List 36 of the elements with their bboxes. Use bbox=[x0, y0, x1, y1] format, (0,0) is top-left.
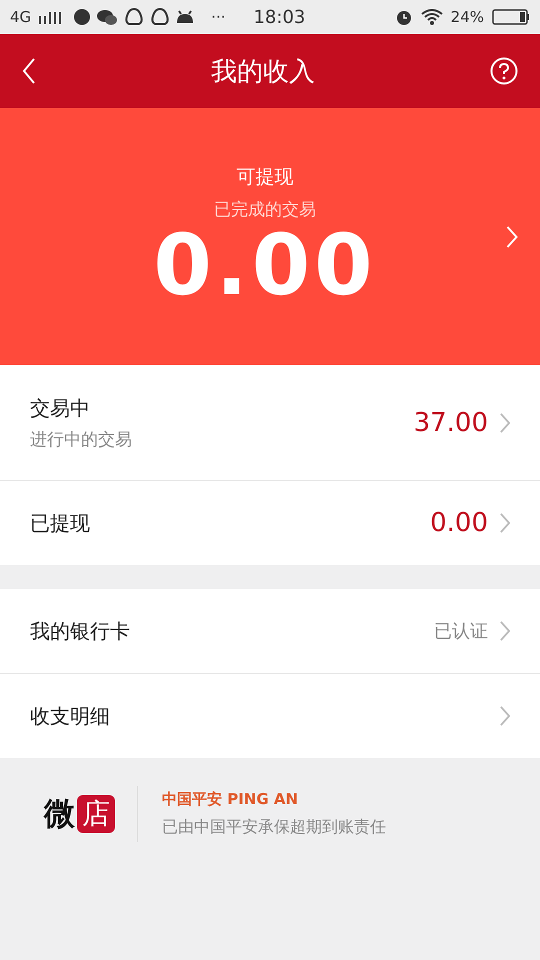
battery-icon bbox=[492, 9, 530, 25]
wifi-icon bbox=[420, 9, 443, 25]
logo-text: 微 bbox=[44, 795, 75, 834]
clock-time: 18:03 bbox=[253, 6, 306, 28]
back-button[interactable] bbox=[22, 58, 36, 84]
row-title: 已提现 bbox=[30, 510, 91, 536]
page-title: 我的收入 bbox=[211, 56, 315, 88]
row-title: 交易中 bbox=[30, 394, 91, 422]
row-status: 已认证 bbox=[434, 620, 488, 643]
list-row[interactable]: 已提现 0.00 bbox=[0, 481, 540, 565]
logo-badge: 店 bbox=[77, 795, 115, 833]
help-button[interactable] bbox=[490, 57, 518, 85]
row-title: 我的银行卡 bbox=[30, 618, 131, 644]
row-subtitle: 进行中的交易 bbox=[30, 428, 133, 450]
withdrawable-amount: 0.00 bbox=[153, 220, 377, 310]
chevron-right-icon bbox=[500, 706, 510, 726]
network-type: 4G bbox=[10, 8, 32, 26]
row-title: 收支明细 bbox=[30, 702, 111, 730]
battery-percent: 24% bbox=[450, 8, 484, 26]
row-amount: 0.00 bbox=[430, 508, 488, 538]
chevron-right-icon bbox=[500, 621, 510, 641]
insurance-note: 已由中国平安承保超期到账责任 bbox=[162, 817, 386, 838]
help-icon bbox=[490, 57, 518, 85]
insurer-brand: 中国平安 PING AN bbox=[162, 790, 300, 809]
list-row[interactable]: 交易中 进行中的交易 37.00 bbox=[0, 365, 540, 481]
chevron-right-icon bbox=[500, 513, 510, 533]
withdrawable-label: 可提现 bbox=[236, 164, 294, 190]
chevron-right-icon bbox=[506, 226, 518, 248]
row-amount: 37.00 bbox=[414, 408, 488, 438]
more-notifications: ··· bbox=[211, 8, 226, 26]
chevron-right-icon bbox=[500, 412, 510, 432]
withdrawable-subtitle: 已完成的交易 bbox=[214, 198, 316, 221]
list-row[interactable]: 收支明细 bbox=[0, 674, 540, 758]
list-row[interactable]: 我的银行卡 已认证 bbox=[0, 589, 540, 674]
back-icon bbox=[22, 58, 36, 84]
alarm-icon bbox=[394, 8, 413, 26]
